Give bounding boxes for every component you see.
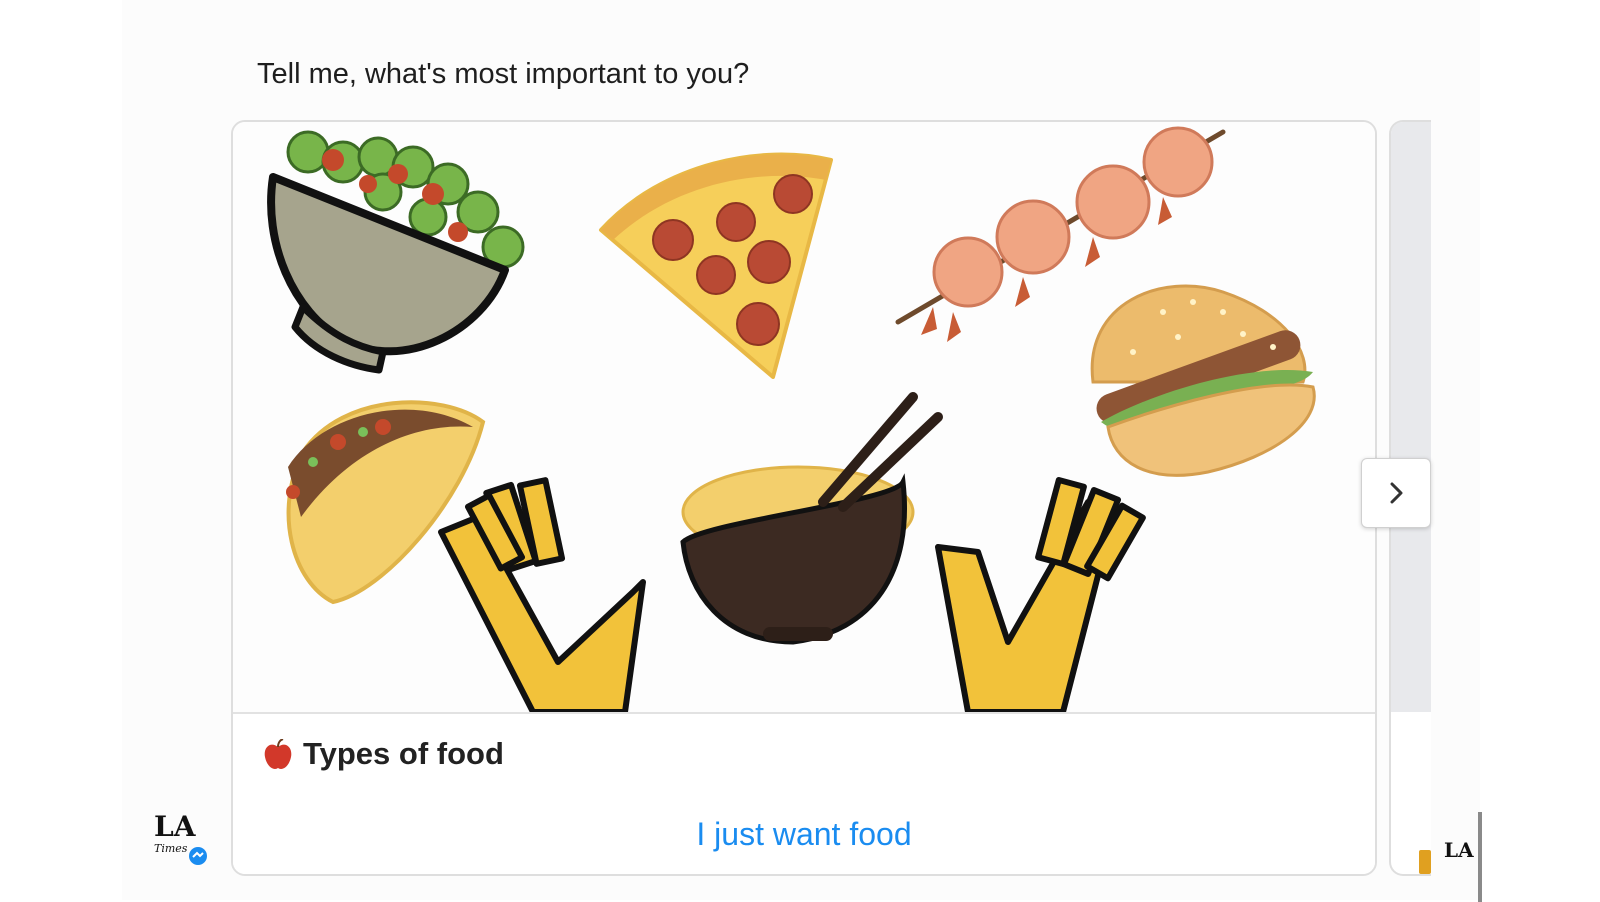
burger-icon [1090,284,1316,477]
i-just-want-food-button[interactable]: I just want food [233,794,1375,874]
card-title-row: Types of food [233,712,1375,796]
avatar-logo-text: LA [154,810,197,843]
next-card-icon [1419,850,1431,874]
scrollbar[interactable] [1478,812,1482,902]
robot-hand-right-icon [935,476,1146,715]
next-card-image [1391,122,1431,712]
pizza-slice-icon [599,152,833,379]
avatar-sub-text: Times [154,842,188,855]
carousel-next-button[interactable] [1361,458,1431,528]
carousel-card: Types of food I just want food [231,120,1377,876]
small-la-times-logo: LA [1444,838,1474,862]
taco-icon [286,400,486,605]
food-robot-illustration [267,126,1316,715]
card-title: Types of food [303,736,504,771]
salad-bowl-icon [267,130,525,374]
bot-message: Tell me, what's most important to you? [257,58,750,90]
chevron-right-icon [1390,482,1403,504]
card-image [233,122,1375,715]
la-times-avatar[interactable]: LA Times [150,808,208,866]
messenger-badge-icon [189,847,207,865]
noodle-bowl-icon [680,392,943,645]
apple-icon [264,739,292,769]
robot-hand-left-icon [438,477,646,715]
